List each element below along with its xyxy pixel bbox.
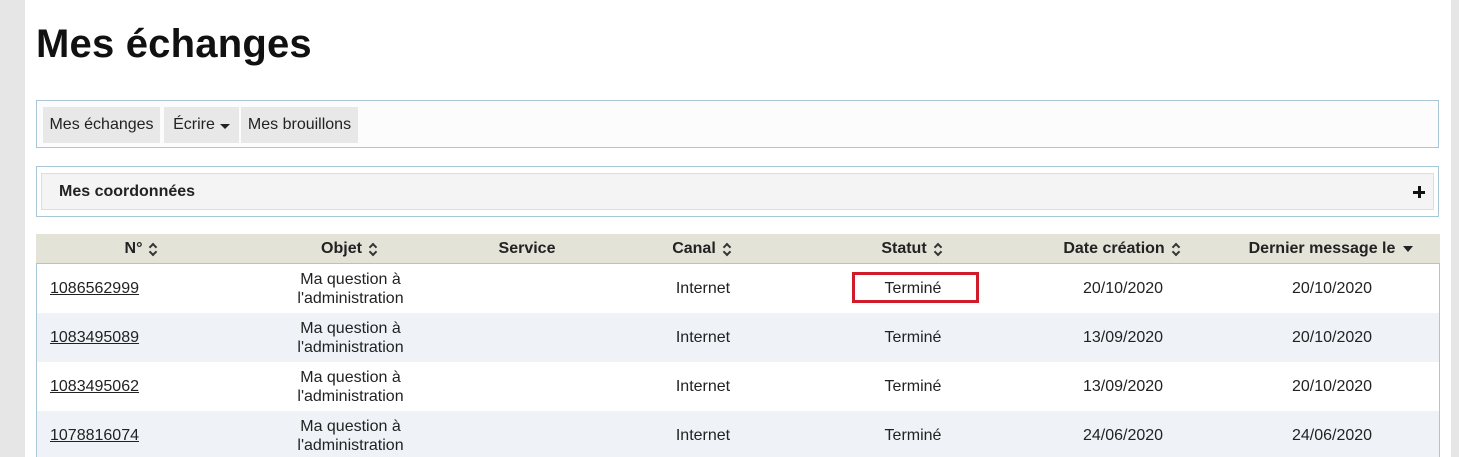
column-header-date-creation[interactable]: Date création [1022, 234, 1222, 263]
nav-item-label: Mes brouillons [247, 116, 352, 133]
column-header-statut[interactable]: Statut [802, 234, 1022, 263]
table-row: 1083495089 Ma question à l'administratio… [37, 313, 1439, 362]
sort-icon [1172, 243, 1181, 255]
sort-icon [934, 243, 943, 255]
dernier-message-cell: 20/10/2020 [1291, 378, 1373, 395]
column-header-label: Canal [672, 239, 716, 257]
service-cell [453, 411, 603, 457]
coordonnees-label: Mes coordonnées [59, 183, 196, 200]
objet-text: Ma question à [300, 270, 401, 288]
objet-text: l'administration [297, 289, 404, 307]
objet-cell: Ma question à l'administration [248, 362, 453, 411]
column-header-canal[interactable]: Canal [602, 234, 802, 263]
table-header: N° Objet Service Canal Statut Date créat… [36, 234, 1440, 263]
exchange-number-link[interactable]: 1083495089 [50, 328, 139, 347]
canal-cell: Internet [675, 427, 731, 444]
column-header-service: Service [452, 234, 602, 263]
statut-cell: Terminé [884, 280, 942, 297]
objet-cell: Ma question à l'administration [248, 313, 453, 362]
statut-cell: Terminé [884, 427, 942, 444]
nav-mes-brouillons-button[interactable]: Mes brouillons [241, 107, 358, 143]
column-header-dernier-message[interactable]: Dernier message le [1222, 234, 1440, 263]
date-creation-cell: 13/09/2020 [1082, 378, 1164, 395]
statut-cell: Terminé [884, 329, 942, 346]
objet-text: Ma question à [300, 368, 401, 386]
dernier-message-cell: 20/10/2020 [1291, 280, 1373, 297]
sort-icon [369, 243, 378, 255]
table-body: 1086562999 Ma question à l'administratio… [36, 263, 1440, 457]
sort-icon [149, 243, 158, 255]
objet-text: l'administration [297, 338, 404, 356]
canal-cell: Internet [675, 378, 731, 395]
date-creation-cell: 13/09/2020 [1082, 329, 1164, 346]
objet-cell: Ma question à l'administration [248, 264, 453, 313]
page-container: Mes échanges Mes échanges Écrire Mes bro… [25, 0, 1451, 457]
caret-down-icon [219, 123, 230, 129]
exchange-number-link[interactable]: 1078816074 [50, 426, 139, 445]
service-cell [453, 313, 603, 362]
dernier-message-cell: 20/10/2020 [1291, 329, 1373, 346]
canal-cell: Internet [675, 329, 731, 346]
sort-descending-icon [1403, 245, 1414, 252]
nav-ecrire-dropdown[interactable]: Écrire [164, 107, 239, 143]
objet-text: Ma question à [300, 319, 401, 337]
column-header-objet[interactable]: Objet [247, 234, 452, 263]
nav-item-label: Écrire [173, 116, 215, 133]
objet-text: l'administration [297, 436, 404, 454]
objet-text: Ma question à [300, 417, 401, 435]
date-creation-cell: 24/06/2020 [1082, 427, 1164, 444]
table-row: 1078816074 Ma question à l'administratio… [37, 411, 1439, 457]
column-header-label: Service [498, 239, 556, 257]
exchange-number-link[interactable]: 1086562999 [50, 279, 139, 298]
column-header-numero[interactable]: N° [36, 234, 247, 263]
dernier-message-cell: 24/06/2020 [1291, 427, 1373, 444]
column-header-label: Date création [1063, 239, 1165, 257]
service-cell [453, 362, 603, 411]
objet-text: l'administration [297, 387, 404, 405]
table-row: 1086562999 Ma question à l'administratio… [37, 264, 1439, 313]
date-creation-cell: 20/10/2020 [1082, 280, 1164, 297]
sort-icon [723, 243, 732, 255]
column-header-label: Objet [321, 239, 362, 257]
column-header-label: Dernier message le [1248, 239, 1396, 257]
exchange-number-link[interactable]: 1083495062 [50, 377, 139, 396]
nav-item-label: Mes échanges [49, 116, 154, 133]
exchanges-table: N° Objet Service Canal Statut Date créat… [36, 234, 1440, 457]
table-row: 1083495062 Ma question à l'administratio… [37, 362, 1439, 411]
service-cell [453, 264, 603, 313]
canal-cell: Internet [675, 280, 731, 297]
statut-cell: Terminé [884, 378, 942, 395]
objet-cell: Ma question à l'administration [248, 411, 453, 457]
exchanges-nav: Mes échanges Écrire Mes brouillons [36, 100, 1439, 148]
column-header-label: Statut [881, 239, 927, 257]
column-header-label: N° [124, 239, 143, 257]
coordonnees-toggle[interactable]: Mes coordonnées [41, 173, 1434, 210]
page-title: Mes échanges [36, 22, 312, 66]
nav-mes-echanges-button[interactable]: Mes échanges [43, 107, 160, 143]
coordonnees-panel: Mes coordonnées [36, 166, 1439, 217]
plus-icon[interactable] [1413, 186, 1425, 198]
